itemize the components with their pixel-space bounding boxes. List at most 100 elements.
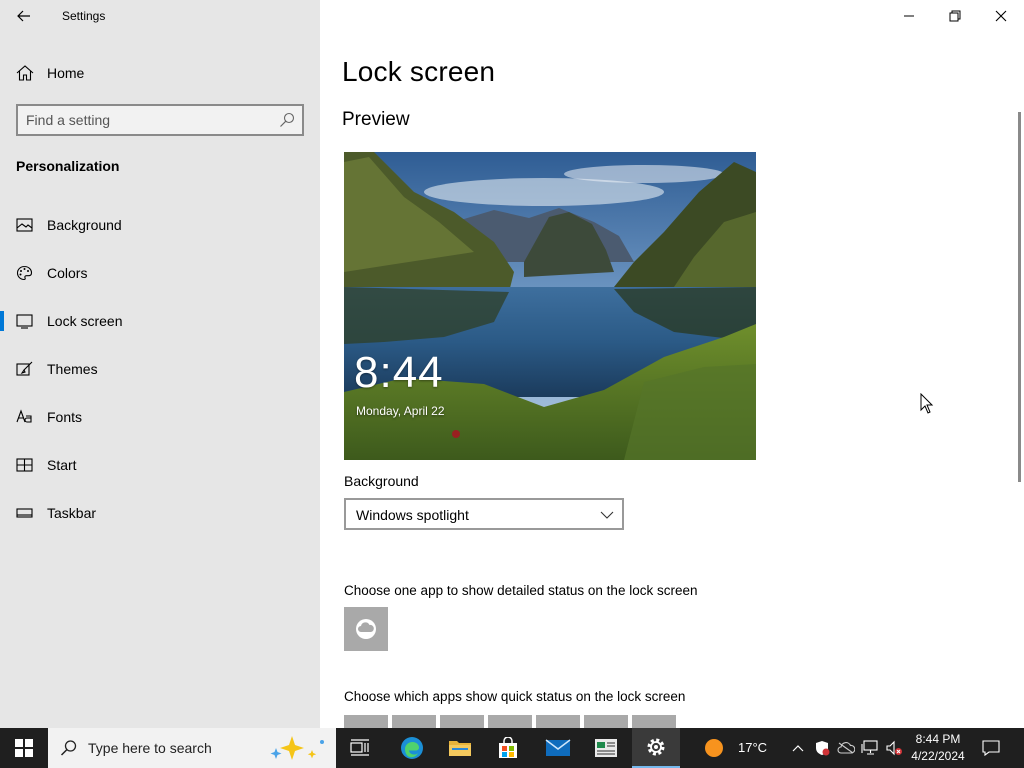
- news-button[interactable]: [582, 728, 630, 768]
- news-icon: [595, 739, 617, 757]
- background-dropdown-value: Windows spotlight: [356, 507, 469, 523]
- weather-temperature[interactable]: 17°C: [738, 740, 767, 755]
- edge-button[interactable]: [388, 728, 436, 768]
- folder-icon: [449, 741, 471, 756]
- sidebar-item-label: Colors: [47, 265, 88, 281]
- taskbar-search-box[interactable]: Type here to search: [48, 728, 336, 768]
- start-button[interactable]: [0, 728, 48, 768]
- search-icon: [60, 740, 77, 756]
- sidebar-item-label: Themes: [47, 361, 98, 377]
- sidebar-item-themes[interactable]: Themes: [0, 349, 320, 389]
- selection-indicator: [0, 311, 4, 331]
- file-explorer-button[interactable]: [436, 728, 484, 768]
- sparkle-icon: [270, 736, 324, 760]
- scrollbar[interactable]: [1018, 112, 1021, 482]
- settings-taskbar-button[interactable]: [632, 728, 680, 768]
- sidebar-item-label: Lock screen: [47, 313, 123, 329]
- windows-logo-icon: [15, 739, 33, 757]
- quick-status-app-button[interactable]: [344, 715, 388, 728]
- mail-button[interactable]: [534, 728, 582, 768]
- quick-status-app-button[interactable]: [488, 715, 532, 728]
- store-icon: [499, 737, 517, 758]
- task-view-button[interactable]: [336, 728, 384, 768]
- notification-icon: [982, 740, 1000, 757]
- gear-icon: [647, 738, 665, 756]
- preview-heading: Preview: [342, 109, 410, 130]
- edge-icon: [401, 737, 423, 759]
- start-icon: [16, 458, 33, 472]
- sidebar-item-colors[interactable]: Colors: [0, 253, 320, 293]
- sidebar-item-start[interactable]: Start: [0, 445, 320, 485]
- weather-icon: [356, 619, 376, 639]
- restore-icon: [949, 10, 961, 22]
- quick-status-app-button[interactable]: [536, 715, 580, 728]
- picture-icon: [16, 218, 33, 232]
- cloud-icon: [837, 742, 855, 754]
- restore-button[interactable]: [932, 0, 978, 32]
- home-icon: [16, 65, 34, 81]
- sidebar-item-background[interactable]: Background: [0, 205, 320, 245]
- task-view-icon: [350, 739, 369, 756]
- background-label: Background: [344, 473, 419, 489]
- quick-status-app-button[interactable]: [392, 715, 436, 728]
- weather-widget[interactable]: [694, 728, 734, 768]
- palette-icon: [16, 265, 33, 281]
- chevron-up-icon: [792, 745, 804, 752]
- network-icon: [861, 740, 878, 755]
- sun-icon: [705, 739, 723, 757]
- taskbar-clock[interactable]: 8:44 PM 4/22/2024: [905, 731, 971, 765]
- brush-icon: [16, 361, 33, 376]
- taskbar-search-text: Type here to search: [88, 740, 212, 756]
- network-tray-button[interactable]: [858, 728, 882, 768]
- speaker-muted-icon: [886, 740, 902, 756]
- sidebar-item-taskbar[interactable]: Taskbar: [0, 493, 320, 533]
- app-title: Settings: [62, 9, 106, 23]
- sidebar-item-label: Background: [47, 217, 122, 233]
- mouse-pointer-icon: [920, 393, 934, 414]
- section-heading: Personalization: [16, 158, 120, 174]
- quick-status-label: Choose which apps show quick status on t…: [344, 689, 686, 704]
- chevron-down-icon: [600, 511, 614, 519]
- taskbar: Type here to search 17°C 8:44 PM 4/22/20…: [0, 728, 1024, 768]
- page-title: Lock screen: [342, 56, 496, 87]
- taskbar-icon: [16, 508, 33, 518]
- sidebar: Settings Home Personalization Background…: [0, 0, 320, 728]
- volume-tray-button[interactable]: [882, 728, 906, 768]
- security-tray-button[interactable]: [810, 728, 834, 768]
- sidebar-item-label: Fonts: [47, 409, 83, 425]
- clock-time: 8:44 PM: [915, 732, 961, 746]
- search-input[interactable]: [26, 110, 266, 130]
- close-icon: [995, 10, 1007, 22]
- show-hidden-icons-button[interactable]: [786, 728, 810, 768]
- sidebar-item-fonts[interactable]: Fonts: [0, 397, 320, 437]
- lock-screen-icon: [16, 314, 33, 329]
- action-center-button[interactable]: [978, 728, 1004, 768]
- lock-screen-preview: 8:44 Monday, April 22: [344, 152, 756, 460]
- quick-status-app-button[interactable]: [632, 715, 676, 728]
- preview-time: 8:44: [354, 348, 444, 397]
- clock-date: 4/22/2024: [911, 749, 965, 763]
- font-icon: [16, 409, 32, 423]
- sidebar-item-label: Home: [47, 65, 85, 81]
- sidebar-item-label: Taskbar: [47, 505, 97, 521]
- onedrive-tray-button[interactable]: [834, 728, 858, 768]
- preview-date: Monday, April 22: [356, 404, 445, 418]
- sidebar-item-label: Start: [47, 457, 77, 473]
- back-button[interactable]: [10, 4, 38, 28]
- sidebar-item-home[interactable]: Home: [0, 56, 320, 90]
- search-icon[interactable]: [279, 112, 295, 128]
- quick-status-app-button[interactable]: [440, 715, 484, 728]
- minimize-icon: [904, 15, 914, 17]
- close-button[interactable]: [978, 0, 1024, 32]
- mail-icon: [545, 739, 571, 756]
- microsoft-store-button[interactable]: [484, 728, 532, 768]
- back-arrow-icon: [17, 10, 30, 22]
- minimize-button[interactable]: [886, 0, 932, 32]
- sidebar-item-lock-screen[interactable]: Lock screen: [0, 301, 320, 341]
- background-dropdown[interactable]: Windows spotlight: [344, 498, 624, 530]
- detailed-status-label: Choose one app to show detailed status o…: [344, 583, 698, 598]
- quick-status-app-button[interactable]: [584, 715, 628, 728]
- detailed-status-app-button[interactable]: [344, 607, 388, 651]
- shield-icon: [816, 741, 830, 756]
- search-field[interactable]: [16, 104, 304, 136]
